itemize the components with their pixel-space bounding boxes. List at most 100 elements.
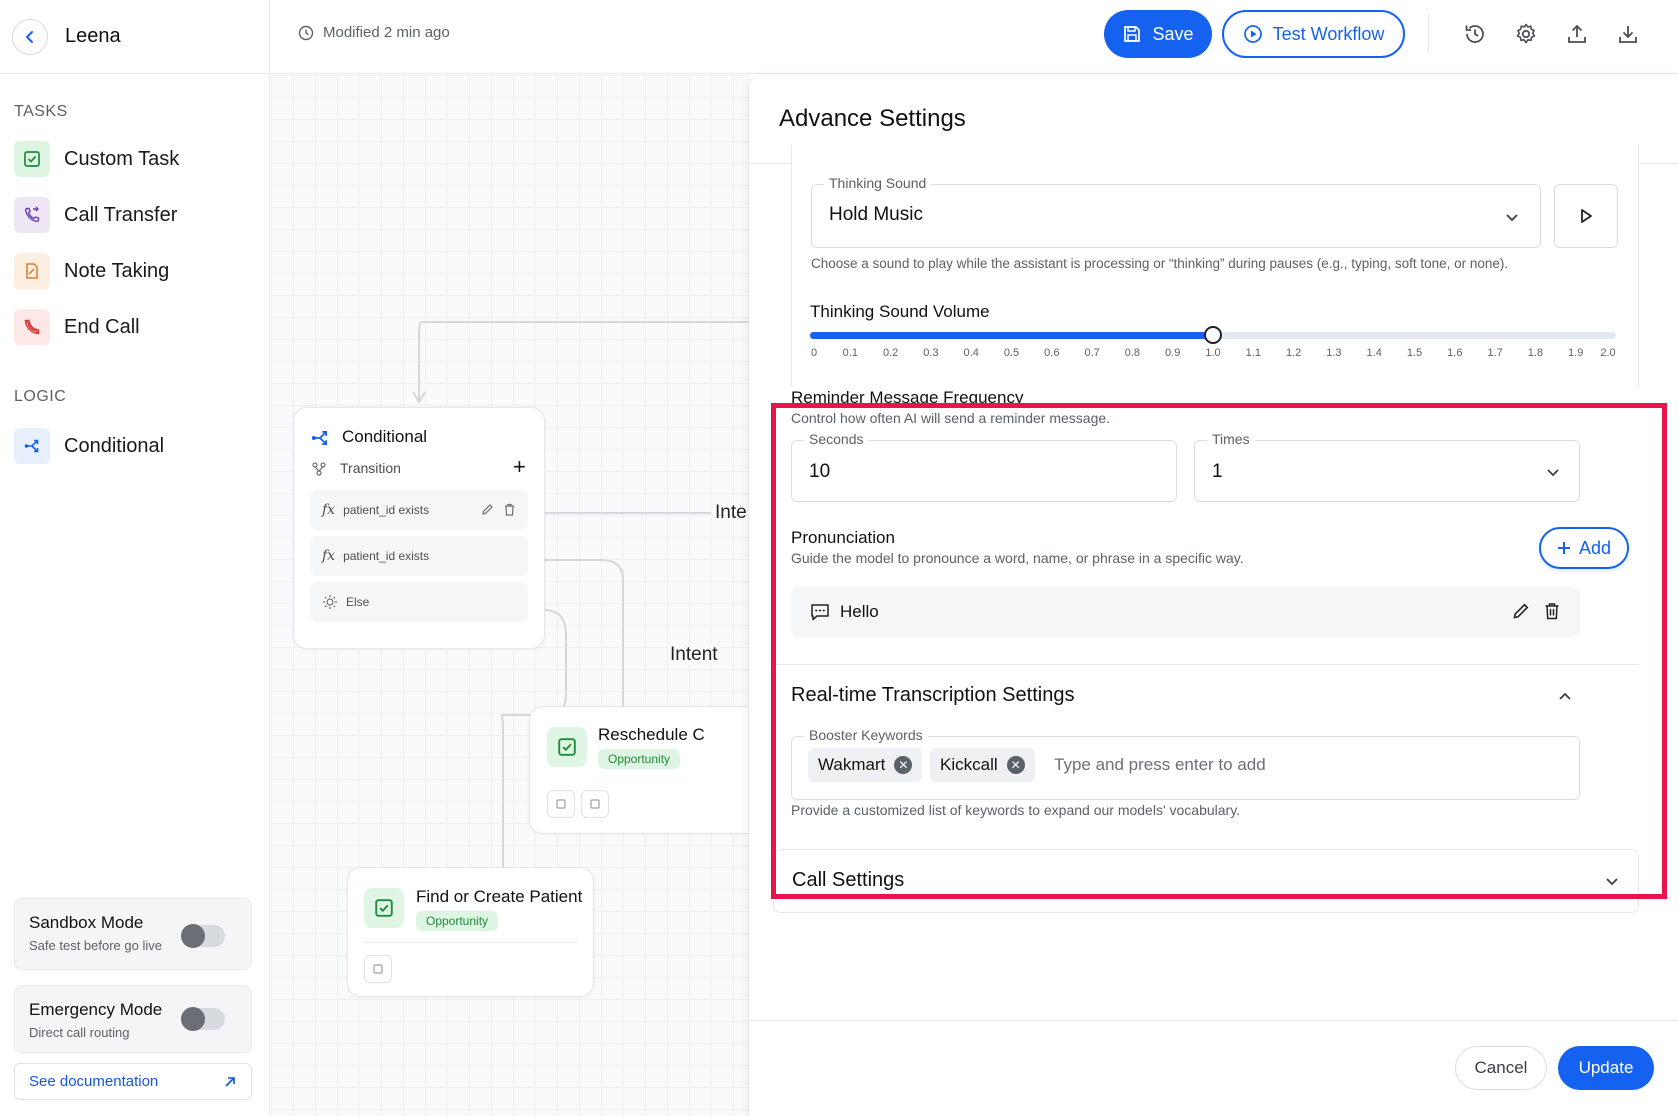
volume-tick-label: 0.8 bbox=[1124, 347, 1141, 359]
seconds-input[interactable]: Seconds 10 bbox=[791, 431, 1177, 502]
square-icon bbox=[556, 799, 566, 809]
pronunciation-word: Hello bbox=[840, 602, 879, 621]
chevron-left-icon bbox=[26, 30, 33, 43]
volume-tick-label: 1.0 bbox=[1205, 347, 1221, 359]
save-icon bbox=[1124, 26, 1141, 42]
volume-tick-label: 0.6 bbox=[1044, 347, 1060, 359]
booster-keywords-label: Booster Keywords bbox=[804, 727, 928, 743]
reschedule-node-title: Reschedule C bbox=[598, 725, 705, 744]
back-button[interactable] bbox=[12, 18, 48, 55]
volume-tick-label: 0.4 bbox=[963, 347, 979, 359]
clock-icon bbox=[298, 25, 314, 40]
volume-tick-label: 0.5 bbox=[1003, 347, 1020, 359]
sidebar-item-end-call[interactable]: End Call bbox=[0, 299, 269, 355]
square-icon bbox=[590, 799, 600, 809]
branch-icon bbox=[311, 431, 327, 445]
history-icon[interactable] bbox=[1461, 20, 1489, 48]
condition-row[interactable]: fx patient_id exists bbox=[310, 536, 528, 576]
play-icon bbox=[1581, 209, 1592, 223]
reminder-title: Reminder Message Frequency bbox=[791, 388, 1024, 407]
gear-icon[interactable] bbox=[1512, 20, 1540, 48]
remove-keyword-icon[interactable]: ✕ bbox=[1006, 756, 1025, 774]
sidebar-item-conditional[interactable]: Conditional bbox=[0, 418, 269, 474]
condition-row[interactable]: fx patient_id exists bbox=[310, 490, 528, 530]
node-action-button[interactable] bbox=[364, 955, 392, 983]
pencil-icon[interactable] bbox=[1512, 602, 1530, 620]
sandbox-mode-toggle[interactable] bbox=[181, 924, 225, 948]
volume-tick-label: 0.2 bbox=[882, 347, 899, 359]
pronunciation-item[interactable]: Hello bbox=[791, 587, 1580, 637]
node-divider bbox=[364, 942, 579, 943]
condition-row-else[interactable]: Else bbox=[310, 582, 528, 622]
chevron-up-icon[interactable] bbox=[1557, 689, 1573, 705]
volume-tick-label: 1.6 bbox=[1447, 347, 1463, 359]
thinking-sound-value: Hold Music bbox=[829, 204, 923, 225]
edge-label: Inte bbox=[715, 502, 747, 523]
chevron-down-icon bbox=[1606, 878, 1618, 886]
keyword-chip: Kickcall ✕ bbox=[930, 748, 1035, 782]
chevron-down-icon bbox=[1547, 469, 1559, 477]
download-icon[interactable] bbox=[1614, 20, 1642, 48]
volume-tick-label: 1.5 bbox=[1406, 347, 1423, 359]
thinking-sound-label: Thinking Sound bbox=[824, 175, 932, 191]
workflow-canvas[interactable]: Inte Intent Conditional Transition + fx … bbox=[271, 75, 749, 1116]
add-label: Add bbox=[1578, 537, 1612, 558]
sidebar-item-note-taking[interactable]: Note Taking bbox=[0, 243, 269, 299]
condition-label: patient_id exists bbox=[343, 549, 430, 563]
keyword-text: Kickcall bbox=[940, 755, 998, 774]
keyword-placeholder[interactable]: Type and press enter to add bbox=[1054, 755, 1266, 775]
volume-tick-label: 1.3 bbox=[1326, 347, 1342, 359]
times-select[interactable]: Times 1 bbox=[1194, 431, 1580, 502]
branch-icon bbox=[14, 428, 50, 464]
upload-icon[interactable] bbox=[1563, 20, 1591, 48]
modified-status: Modified 2 min ago bbox=[298, 24, 450, 41]
thinking-sound-select[interactable]: Thinking Sound Hold Music bbox=[811, 175, 1541, 248]
volume-label: Thinking Sound Volume bbox=[810, 302, 990, 321]
call-settings-section[interactable]: Call Settings bbox=[773, 849, 1639, 913]
play-sound-button[interactable] bbox=[1554, 184, 1618, 248]
add-transition-button[interactable]: + bbox=[513, 454, 526, 480]
trash-icon[interactable] bbox=[503, 503, 516, 516]
volume-tick-label: 1.7 bbox=[1487, 347, 1503, 359]
pencil-icon[interactable] bbox=[481, 503, 494, 516]
condition-label: patient_id exists bbox=[343, 503, 430, 517]
toolbar-divider bbox=[1428, 14, 1429, 52]
add-pronunciation-button[interactable]: Add bbox=[1539, 527, 1629, 569]
opportunity-badge: Opportunity bbox=[598, 749, 681, 769]
volume-slider-handle[interactable] bbox=[1204, 326, 1222, 344]
sidebar-item-label: Custom Task bbox=[64, 147, 180, 170]
times-label: Times bbox=[1207, 431, 1255, 447]
volume-tick-label: 1.9 bbox=[1568, 347, 1584, 359]
note-icon bbox=[14, 253, 50, 289]
trash-icon[interactable] bbox=[1543, 602, 1561, 620]
update-button[interactable]: Update bbox=[1558, 1046, 1654, 1090]
volume-slider[interactable] bbox=[810, 326, 1616, 344]
node-action-button[interactable] bbox=[581, 790, 609, 818]
emergency-mode-toggle[interactable] bbox=[181, 1007, 225, 1031]
find-or-create-patient-node[interactable]: Find or Create Patient Opportunity bbox=[347, 867, 594, 997]
test-workflow-label: Test Workflow bbox=[1272, 23, 1385, 44]
seconds-value: 10 bbox=[809, 461, 831, 482]
save-button[interactable]: Save bbox=[1104, 10, 1212, 58]
find-node-title: Find or Create Patient bbox=[416, 887, 583, 906]
remove-keyword-icon[interactable]: ✕ bbox=[894, 756, 913, 774]
node-action-button[interactable] bbox=[547, 790, 575, 818]
volume-tick-label: 0.1 bbox=[842, 347, 858, 359]
conditional-node[interactable]: Conditional Transition + fx patient_id e… bbox=[293, 407, 545, 649]
footer-divider bbox=[749, 1020, 1678, 1021]
sun-icon bbox=[323, 595, 337, 609]
sidebar: Leena TASKS Custom Task Call Transfer No… bbox=[0, 0, 270, 1116]
checkbox-icon bbox=[14, 141, 50, 177]
see-documentation-link[interactable]: See documentation bbox=[14, 1063, 252, 1100]
call-settings-title: Call Settings bbox=[792, 869, 905, 891]
sidebar-item-call-transfer[interactable]: Call Transfer bbox=[0, 187, 269, 243]
panel-title: Advance Settings bbox=[779, 105, 966, 132]
reschedule-node[interactable]: Reschedule C Opportunity bbox=[529, 706, 749, 834]
transition-icon bbox=[312, 462, 326, 476]
cancel-button[interactable]: Cancel bbox=[1455, 1046, 1547, 1090]
sidebar-item-label: Note Taking bbox=[64, 259, 170, 282]
sidebar-item-custom-task[interactable]: Custom Task bbox=[0, 131, 269, 187]
pronunciation-hint: Guide the model to pronounce a word, nam… bbox=[791, 550, 1244, 566]
test-workflow-button[interactable]: Test Workflow bbox=[1222, 10, 1405, 58]
sidebar-item-label: Conditional bbox=[64, 434, 165, 457]
